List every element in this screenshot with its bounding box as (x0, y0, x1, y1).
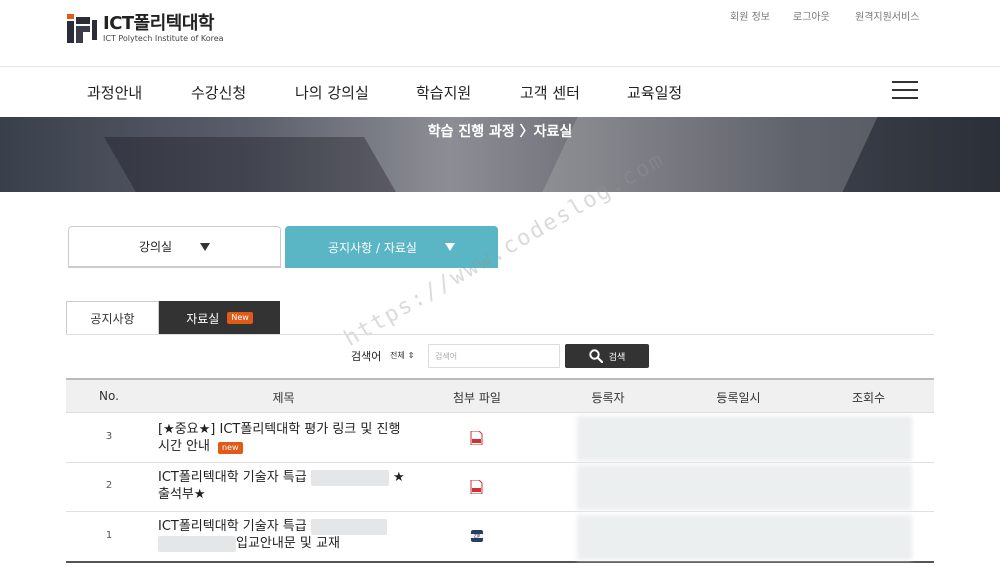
nav-learning-support[interactable]: 학습지원 (416, 82, 471, 103)
nav-customer-center[interactable]: 고객 센터 (520, 82, 580, 103)
menu-icon[interactable] (892, 81, 918, 101)
nav-registration[interactable]: 수강신청 (191, 82, 246, 103)
redacted-info (577, 465, 912, 510)
col-author: 등록자 (591, 391, 625, 405)
triangle-down-icon (200, 242, 211, 251)
logo-icon (66, 12, 98, 46)
row-title-suffix: 입교안내문 및 교재 (236, 536, 340, 551)
redacted-text (310, 518, 387, 535)
row-title-line: 출석부★ (158, 487, 206, 502)
row-title[interactable]: ICT폴리텍대학 기술자 특급 입교안내문 및 교재 (158, 518, 408, 552)
logo-subtitle: ICT Polytech Institute of Korea (103, 34, 224, 43)
redacted-info (577, 416, 912, 461)
site-logo[interactable]: ICT폴리텍대학 ICT Polytech Institute of Korea (66, 12, 224, 46)
classroom-dropdown[interactable]: 강의실 (68, 226, 281, 268)
col-views: 조회수 (851, 391, 886, 405)
new-badge: new (217, 442, 243, 454)
col-no: No. (99, 389, 119, 403)
col-file: 첨부 파일 (453, 391, 501, 405)
nav-my-classroom[interactable]: 나의 강의실 (295, 82, 369, 103)
row-title-line: 시간 안내 (158, 439, 210, 454)
row-title[interactable]: ICT폴리텍대학 기술자 특급 ★ 출석부★ (158, 469, 408, 503)
row-number: 1 (105, 530, 113, 541)
triangle-down-icon (444, 243, 455, 251)
pdf-icon[interactable] (470, 479, 484, 495)
row-title[interactable]: [★중요★] ICT폴리텍대학 평가 링크 및 진행 시간 안내 new (158, 421, 408, 455)
nav-schedule[interactable]: 교육일정 (627, 82, 682, 103)
table-header: No. 제목 첨부 파일 등록자 등록일시 조회수 (66, 378, 934, 413)
pdf-icon[interactable] (470, 430, 484, 446)
row-title-line: ICT폴리텍대학 기술자 특급 (158, 519, 307, 534)
row-title-suffix: ★ (393, 470, 405, 485)
tab-divider (66, 334, 934, 335)
logo-title: ICT폴리텍대학 (103, 13, 214, 34)
search-label: 검색어 (351, 350, 382, 363)
col-title: 제목 (272, 391, 295, 405)
tab-notice-label: 공지사항 (90, 312, 135, 326)
search-input[interactable]: 검색어 (428, 344, 560, 368)
row-title-line: [★중요★] ICT폴리텍대학 평가 링크 및 진행 (158, 422, 401, 437)
breadcrumb: 학습 진행 과정 〉자료실 (427, 124, 573, 140)
redacted-info (577, 515, 912, 560)
updown-arrow-icon: ⇕ (407, 350, 415, 360)
search-scope-select[interactable]: 전체 ⇕ (390, 346, 424, 364)
svg-text:ZIP: ZIP (474, 534, 481, 539)
main-nav: 과정안내 수강신청 나의 강의실 학습지원 고객 센터 교육일정 (0, 68, 1000, 117)
col-date: 등록일시 (716, 391, 761, 405)
search-icon (589, 349, 603, 363)
table-row[interactable]: 1 ICT폴리텍대학 기술자 특급 입교안내문 및 교재 ZIP (66, 512, 934, 563)
nav-course-info[interactable]: 과정안내 (87, 82, 142, 103)
redacted-text (158, 535, 236, 552)
logout-link[interactable]: 로그아웃 (793, 8, 830, 23)
row-number: 3 (105, 431, 113, 442)
search-button-label: 검색 (608, 352, 626, 363)
tab-data-label: 자료실 (186, 311, 220, 326)
tab-notice[interactable]: 공지사항 (66, 301, 159, 335)
table-row[interactable]: 3 [★중요★] ICT폴리텍대학 평가 링크 및 진행 시간 안내 new (66, 413, 934, 463)
notice-dropdown-label: 공지사항 / 자료실 (328, 240, 417, 255)
member-info-link[interactable]: 회원 정보 (730, 8, 770, 23)
search-scope-value: 전체 (390, 350, 405, 360)
remote-support-link[interactable]: 원격지원서비스 (855, 8, 919, 23)
table-row[interactable]: 2 ICT폴리텍대학 기술자 특급 ★ 출석부★ (66, 463, 934, 512)
search-placeholder: 검색어 (435, 351, 458, 361)
new-badge: New (227, 312, 253, 324)
zip-icon[interactable]: ZIP (470, 528, 484, 542)
page-banner: 학습 진행 과정 〉자료실 (0, 117, 1000, 192)
classroom-dropdown-label: 강의실 (138, 240, 173, 254)
tab-data[interactable]: 자료실 New (159, 301, 280, 335)
top-header: ICT폴리텍대학 ICT Polytech Institute of Korea… (0, 0, 1000, 67)
search-button[interactable]: 검색 (565, 344, 649, 368)
redacted-text (310, 469, 389, 486)
row-title-line: ICT폴리텍대학 기술자 특급 (158, 470, 307, 485)
row-number: 2 (105, 480, 113, 491)
